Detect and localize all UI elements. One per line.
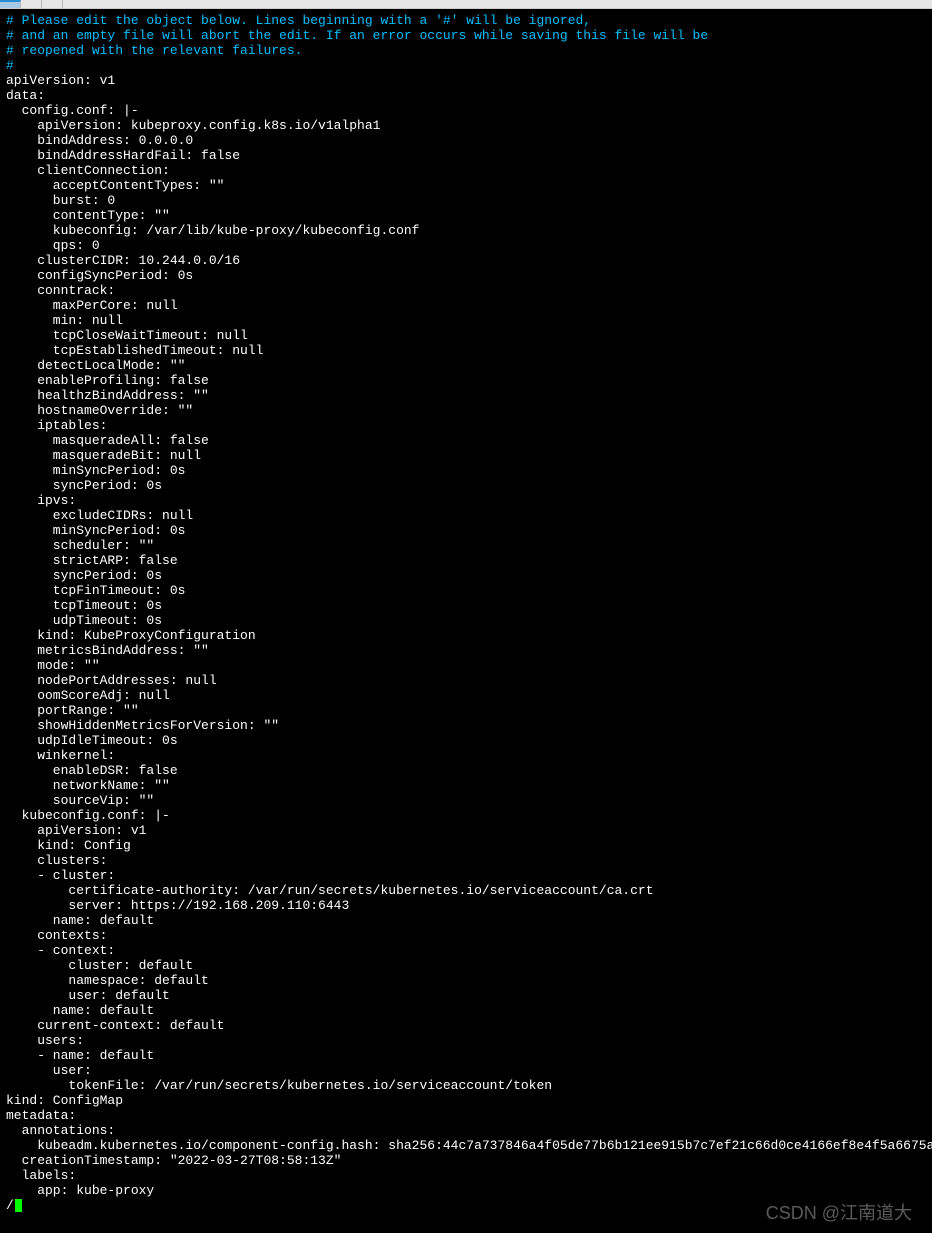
yaml-line: contexts: xyxy=(6,928,107,943)
tab-bar xyxy=(0,0,932,9)
yaml-line: apiVersion: v1 xyxy=(6,73,115,88)
yaml-line: oomScoreAdj: null xyxy=(6,688,170,703)
yaml-line: users: xyxy=(6,1033,84,1048)
yaml-line: data: xyxy=(6,88,45,103)
yaml-line: minSyncPeriod: 0s xyxy=(6,523,185,538)
yaml-line: metadata: xyxy=(6,1108,76,1123)
yaml-line: namespace: default xyxy=(6,973,209,988)
yaml-line: kind: KubeProxyConfiguration xyxy=(6,628,256,643)
yaml-line: current-context: default xyxy=(6,1018,224,1033)
yaml-line: excludeCIDRs: null xyxy=(6,508,193,523)
yaml-line: clusterCIDR: 10.244.0.0/16 xyxy=(6,253,240,268)
yaml-line: tcpCloseWaitTimeout: null xyxy=(6,328,248,343)
yaml-line: minSyncPeriod: 0s xyxy=(6,463,185,478)
tab-1[interactable] xyxy=(0,0,21,8)
yaml-line: enableProfiling: false xyxy=(6,373,209,388)
cursor-icon xyxy=(15,1199,22,1212)
yaml-line: maxPerCore: null xyxy=(6,298,178,313)
yaml-line: apiVersion: v1 xyxy=(6,823,146,838)
yaml-line: iptables: xyxy=(6,418,107,433)
yaml-line: labels: xyxy=(6,1168,76,1183)
yaml-line: kubeadm.kubernetes.io/component-config.h… xyxy=(6,1138,932,1153)
yaml-line: metricsBindAddress: "" xyxy=(6,643,209,658)
yaml-line: kubeconfig: /var/lib/kube-proxy/kubeconf… xyxy=(6,223,419,238)
yaml-line: creationTimestamp: "2022-03-27T08:58:13Z… xyxy=(6,1153,341,1168)
yaml-line: name: default xyxy=(6,913,154,928)
yaml-line: masqueradeBit: null xyxy=(6,448,201,463)
yaml-line: user: default xyxy=(6,988,170,1003)
yaml-line: clusters: xyxy=(6,853,107,868)
yaml-line: acceptContentTypes: "" xyxy=(6,178,224,193)
yaml-line: burst: 0 xyxy=(6,193,115,208)
yaml-line: tcpEstablishedTimeout: null xyxy=(6,343,263,358)
yaml-line: hostnameOverride: "" xyxy=(6,403,193,418)
yaml-line: app: kube-proxy xyxy=(6,1183,154,1198)
yaml-line: bindAddressHardFail: false xyxy=(6,148,240,163)
tab-3[interactable] xyxy=(42,0,63,8)
yaml-line: apiVersion: kubeproxy.config.k8s.io/v1al… xyxy=(6,118,380,133)
yaml-line: - cluster: xyxy=(6,868,115,883)
yaml-line: strictARP: false xyxy=(6,553,178,568)
yaml-line: udpIdleTimeout: 0s xyxy=(6,733,178,748)
yaml-line: syncPeriod: 0s xyxy=(6,568,162,583)
yaml-line: kubeconfig.conf: |- xyxy=(6,808,170,823)
yaml-line: kind: Config xyxy=(6,838,131,853)
tab-2[interactable] xyxy=(21,0,42,8)
comment-line: # reopened with the relevant failures. xyxy=(6,43,302,58)
yaml-line: healthzBindAddress: "" xyxy=(6,388,209,403)
yaml-line: ipvs: xyxy=(6,493,76,508)
yaml-line: tokenFile: /var/run/secrets/kubernetes.i… xyxy=(6,1078,552,1093)
yaml-line: min: null xyxy=(6,313,123,328)
yaml-line: scheduler: "" xyxy=(6,538,154,553)
yaml-line: tcpTimeout: 0s xyxy=(6,598,162,613)
yaml-line: annotations: xyxy=(6,1123,115,1138)
yaml-line: detectLocalMode: "" xyxy=(6,358,185,373)
yaml-line: enableDSR: false xyxy=(6,763,178,778)
yaml-line: mode: "" xyxy=(6,658,100,673)
yaml-line: contentType: "" xyxy=(6,208,170,223)
yaml-line: configSyncPeriod: 0s xyxy=(6,268,193,283)
vim-prompt[interactable]: / xyxy=(6,1198,14,1213)
yaml-line: conntrack: xyxy=(6,283,115,298)
yaml-line: sourceVip: "" xyxy=(6,793,154,808)
yaml-line: portRange: "" xyxy=(6,703,139,718)
yaml-line: udpTimeout: 0s xyxy=(6,613,162,628)
yaml-line: masqueradeAll: false xyxy=(6,433,209,448)
comment-line: # Please edit the object below. Lines be… xyxy=(6,13,591,28)
yaml-line: name: default xyxy=(6,1003,154,1018)
yaml-line: cluster: default xyxy=(6,958,193,973)
yaml-line: syncPeriod: 0s xyxy=(6,478,162,493)
yaml-line: bindAddress: 0.0.0.0 xyxy=(6,133,193,148)
yaml-line: kind: ConfigMap xyxy=(6,1093,123,1108)
yaml-line: clientConnection: xyxy=(6,163,170,178)
yaml-line: winkernel: xyxy=(6,748,115,763)
yaml-line: showHiddenMetricsForVersion: "" xyxy=(6,718,279,733)
yaml-line: nodePortAddresses: null xyxy=(6,673,217,688)
comment-line: # xyxy=(6,58,14,73)
terminal-editor[interactable]: # Please edit the object below. Lines be… xyxy=(0,9,932,1233)
yaml-line: qps: 0 xyxy=(6,238,100,253)
yaml-line: server: https://192.168.209.110:6443 xyxy=(6,898,349,913)
comment-line: # and an empty file will abort the edit.… xyxy=(6,28,708,43)
yaml-line: networkName: "" xyxy=(6,778,170,793)
yaml-line: certificate-authority: /var/run/secrets/… xyxy=(6,883,654,898)
yaml-line: user: xyxy=(6,1063,92,1078)
yaml-line: config.conf: |- xyxy=(6,103,139,118)
yaml-line: tcpFinTimeout: 0s xyxy=(6,583,185,598)
yaml-line: - context: xyxy=(6,943,115,958)
yaml-line: - name: default xyxy=(6,1048,154,1063)
